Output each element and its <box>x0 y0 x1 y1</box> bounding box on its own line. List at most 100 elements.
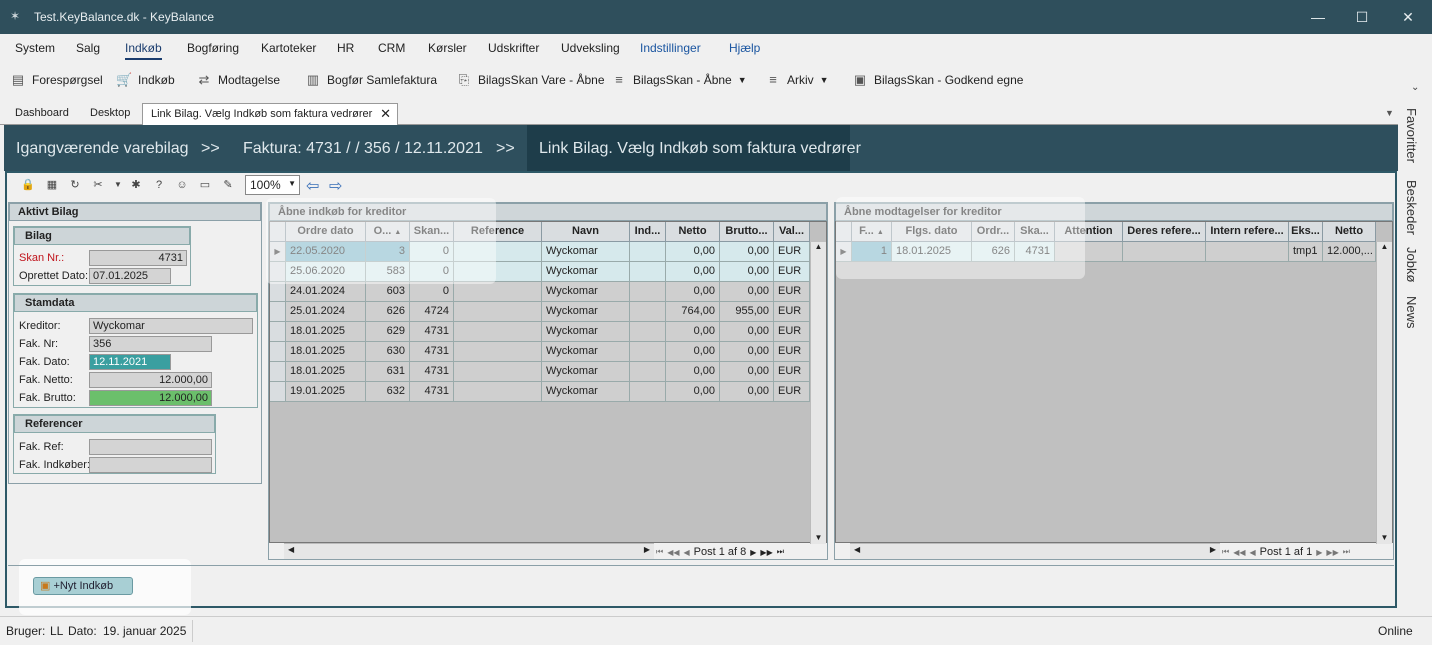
menu-bogforing[interactable]: Bogføring <box>187 41 239 55</box>
table-cell[interactable]: 1 <box>852 242 892 262</box>
table-cell[interactable]: 629 <box>366 322 410 342</box>
col-navn[interactable]: Navn <box>542 222 630 242</box>
dropdown-arrow-icon[interactable]: ▼ <box>820 75 829 85</box>
scroll-down-icon[interactable]: ▼ <box>811 533 826 542</box>
grid1-horizontal-scrollbar[interactable]: ◀ ▶ <box>284 543 654 559</box>
menu-udveksling[interactable]: Udveksling <box>561 41 620 55</box>
table-cell[interactable]: 3 <box>366 242 410 262</box>
row-indicator[interactable] <box>270 302 286 322</box>
side-tab-favoritter[interactable]: Favoritter <box>1404 108 1419 163</box>
table-cell[interactable]: 626 <box>366 302 410 322</box>
table-cell[interactable]: EUR <box>774 282 810 302</box>
bilagsskan-vare-button[interactable]: ⎘ BilagsSkan Vare - Åbne <box>456 70 605 90</box>
monitor-icon[interactable]: ▭ <box>197 177 213 193</box>
scroll-down-icon[interactable]: ▼ <box>1377 533 1392 542</box>
table-cell[interactable] <box>1055 242 1123 262</box>
tools-dropdown-icon[interactable]: ▼ <box>110 177 126 193</box>
table-cell[interactable]: 19.01.2025 <box>286 382 366 402</box>
menu-salg[interactable]: Salg <box>76 41 100 55</box>
col-ind[interactable]: Ind... <box>630 222 666 242</box>
nyt-indkob-button[interactable]: ▣ +Nyt Indkøb <box>33 577 133 595</box>
next-block-icon[interactable]: ▶▶ <box>1326 548 1338 557</box>
side-tab-news[interactable]: News <box>1404 296 1419 329</box>
table-cell[interactable] <box>454 262 542 282</box>
table-cell[interactable]: EUR <box>774 262 810 282</box>
col-netto[interactable]: Netto <box>666 222 720 242</box>
prev-block-icon[interactable]: ◀◀ <box>667 548 679 557</box>
scroll-left-icon[interactable]: ◀ <box>288 545 294 554</box>
breadcrumb-item-varebilag[interactable]: Igangværende varebilag <box>16 140 189 158</box>
breadcrumb-item-faktura[interactable]: Faktura: 4731 / / 356 / 12.11.2021 <box>243 140 483 158</box>
row-indicator[interactable] <box>270 282 286 302</box>
grid2-vertical-scrollbar[interactable]: ▲ ▼ <box>1376 242 1392 544</box>
col-valuta[interactable]: Val... <box>774 222 810 242</box>
table-cell[interactable] <box>630 362 666 382</box>
indkob-button[interactable]: 🛒 Indkøb <box>116 70 175 90</box>
table-cell[interactable]: 0,00 <box>720 282 774 302</box>
table-cell[interactable]: 630 <box>366 342 410 362</box>
table-cell[interactable] <box>454 342 542 362</box>
table-cell[interactable]: 0 <box>410 282 454 302</box>
table-cell[interactable]: 0,00 <box>720 362 774 382</box>
table-cell[interactable] <box>454 242 542 262</box>
close-icon[interactable]: ✕ <box>1388 4 1428 30</box>
table-cell[interactable]: 0,00 <box>666 322 720 342</box>
table-cell[interactable]: 0,00 <box>666 362 720 382</box>
prev-page-icon[interactable]: ◀ <box>684 548 690 557</box>
table-cell[interactable] <box>630 242 666 262</box>
table-cell[interactable]: EUR <box>774 382 810 402</box>
col-skan[interactable]: Skan... <box>410 222 454 242</box>
dropdown-arrow-icon[interactable]: ▼ <box>738 75 747 85</box>
col-eks[interactable]: Eks... <box>1289 222 1323 242</box>
menu-hr[interactable]: HR <box>337 41 354 55</box>
first-page-icon[interactable]: ⏮ <box>656 547 663 557</box>
tab-link-bilag[interactable]: Link Bilag. Vælg Indkøb som faktura vedr… <box>142 103 398 125</box>
col-deres-reference[interactable]: Deres refere... <box>1123 222 1206 242</box>
table-cell[interactable] <box>1206 242 1289 262</box>
table-cell[interactable]: Wyckomar <box>542 382 630 402</box>
grid1-vertical-scrollbar[interactable]: ▲ ▼ <box>810 242 826 544</box>
prev-block-icon[interactable]: ◀◀ <box>1233 548 1245 557</box>
first-page-icon[interactable]: ⏮ <box>1222 547 1229 557</box>
scroll-up-icon[interactable]: ▲ <box>1377 242 1392 251</box>
menu-hjaelp[interactable]: Hjælp <box>729 41 760 55</box>
table-cell[interactable]: 25.01.2024 <box>286 302 366 322</box>
table-cell[interactable]: Wyckomar <box>542 362 630 382</box>
menu-kartoteker[interactable]: Kartoteker <box>261 41 316 55</box>
table-cell[interactable]: 0,00 <box>666 262 720 282</box>
prev-page-icon[interactable]: ◀ <box>1250 548 1256 557</box>
row-indicator[interactable]: ▶ <box>270 242 286 262</box>
tab-list-dropdown-icon[interactable]: ▼ <box>1385 108 1394 118</box>
table-cell[interactable] <box>454 382 542 402</box>
table-cell[interactable]: 18.01.2025 <box>286 342 366 362</box>
edit-icon[interactable]: ✎ <box>220 177 236 193</box>
menu-crm[interactable]: CRM <box>378 41 405 55</box>
scroll-right-icon[interactable]: ▶ <box>1210 545 1216 554</box>
table-cell[interactable]: 955,00 <box>720 302 774 322</box>
row-indicator[interactable] <box>270 362 286 382</box>
help-icon[interactable]: ? <box>151 177 167 193</box>
table-cell[interactable]: 4731 <box>410 322 454 342</box>
table-cell[interactable]: 0,00 <box>720 322 774 342</box>
table-cell[interactable]: 0,00 <box>666 382 720 402</box>
zoom-select[interactable]: 100% ▼ <box>245 175 300 195</box>
bilagsskan-godkend-button[interactable]: ▣ BilagsSkan - Godkend egne <box>852 70 1024 90</box>
last-page-icon[interactable]: ⏭ <box>777 547 784 557</box>
arkiv-button[interactable]: ≡ Arkiv ▼ <box>765 70 829 90</box>
table-cell[interactable]: EUR <box>774 322 810 342</box>
table-cell[interactable] <box>630 282 666 302</box>
forespoergsel-button[interactable]: ▤ Forespørgsel <box>10 70 103 90</box>
table-cell[interactable]: 0 <box>410 262 454 282</box>
table-cell[interactable]: EUR <box>774 342 810 362</box>
row-indicator[interactable]: ▶ <box>836 242 852 262</box>
menu-udskrifter[interactable]: Udskrifter <box>488 41 539 55</box>
bug-icon[interactable]: ✱ <box>128 177 144 193</box>
row-indicator[interactable] <box>270 342 286 362</box>
expand-ribbon-icon[interactable]: ⌄ <box>1411 82 1419 93</box>
table-cell[interactable]: 583 <box>366 262 410 282</box>
table-cell[interactable]: 0 <box>410 242 454 262</box>
bilagsskan-aabne-button[interactable]: ≡ BilagsSkan - Åbne ▼ <box>611 70 747 90</box>
table-cell[interactable]: 4731 <box>410 362 454 382</box>
table-cell[interactable] <box>454 362 542 382</box>
table-cell[interactable]: 25.06.2020 <box>286 262 366 282</box>
